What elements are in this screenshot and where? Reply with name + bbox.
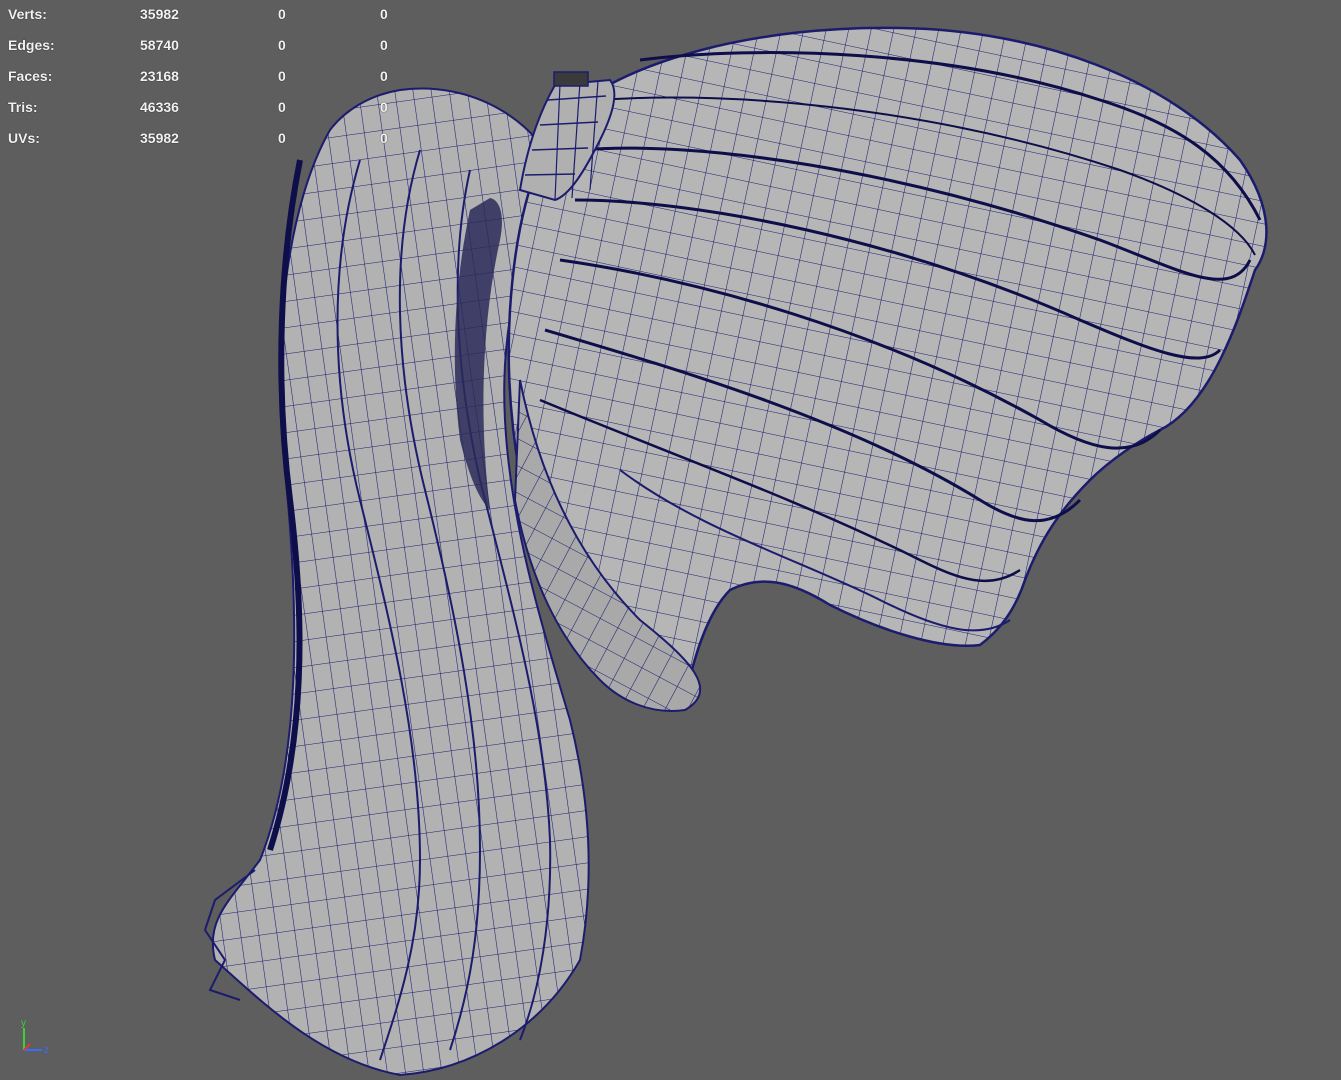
hud-selected: 0 [278, 68, 286, 84]
hud-value: 35982 [140, 6, 179, 22]
hud-uv: 0 [380, 68, 388, 84]
hud-label: Faces: [8, 68, 53, 84]
hud-uv: 0 [380, 99, 388, 115]
hud-label: Verts: [8, 6, 47, 22]
hud-uv: 0 [380, 6, 388, 22]
hud-selected: 0 [278, 130, 286, 146]
hud-value: 58740 [140, 37, 179, 53]
hud-value: 35982 [140, 130, 179, 146]
hud-value: 46336 [140, 99, 179, 115]
hud-selected: 0 [278, 6, 286, 22]
hud-label: Edges: [8, 37, 55, 53]
hud-value: 23168 [140, 68, 179, 84]
axis-gizmo-icon: y z [21, 1018, 49, 1056]
hud-uv: 0 [380, 130, 388, 146]
z-axis-label: z [44, 1045, 49, 1056]
hud-selected: 0 [278, 37, 286, 53]
hair-mesh-model[interactable] [0, 0, 1341, 1080]
hud-selected: 0 [278, 99, 286, 115]
hud-label: Tris: [8, 99, 38, 115]
hud-label: UVs: [8, 130, 40, 146]
3d-viewport[interactable]: Verts: 35982 0 0 Edges: 58740 0 0 Faces:… [0, 0, 1341, 1080]
y-axis-label: y [21, 1018, 26, 1029]
hud-uv: 0 [380, 37, 388, 53]
